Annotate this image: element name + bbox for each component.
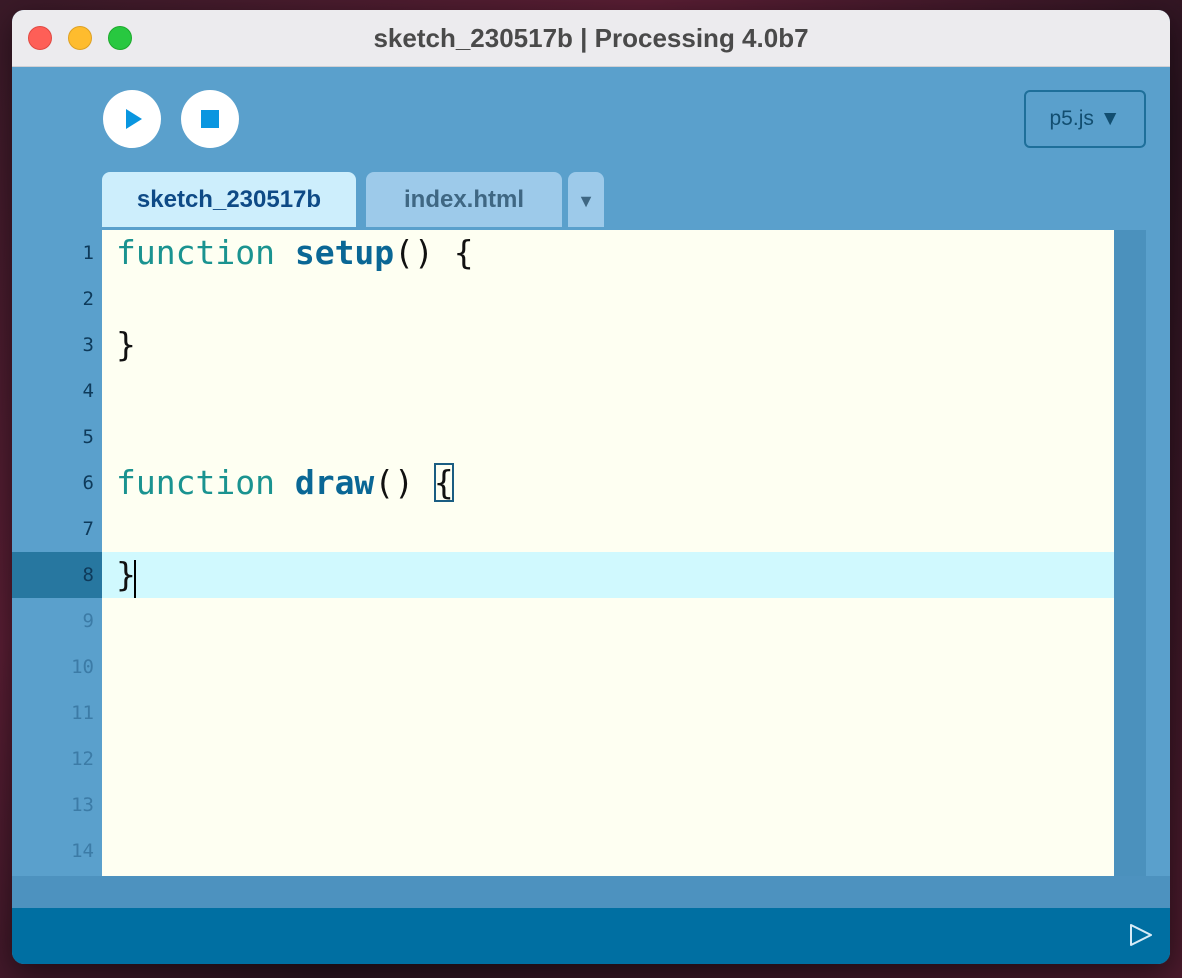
function-name-setup: setup: [294, 233, 395, 272]
line-number: 11: [71, 702, 94, 724]
tab-sketch[interactable]: sketch_230517b: [102, 172, 356, 227]
text-caret: [134, 560, 136, 598]
current-line-highlight: [102, 552, 1114, 598]
closing-brace: }: [116, 555, 136, 594]
run-button[interactable]: [103, 90, 161, 148]
window-title: sketch_230517b | Processing 4.0b7: [373, 23, 809, 53]
code-line-3: }: [116, 322, 136, 368]
closing-brace: }: [116, 325, 136, 364]
line-number: 5: [82, 426, 94, 448]
code-punctuation: (): [374, 463, 434, 502]
vertical-scrollbar[interactable]: [1114, 230, 1146, 876]
processing-window: sketch_230517b | Processing 4.0b7 p5.js …: [12, 10, 1170, 964]
line-number: 12: [71, 748, 94, 770]
line-number: 7: [82, 518, 94, 540]
chevron-down-icon: ▼: [577, 191, 595, 211]
matched-brace: {: [433, 463, 454, 502]
code-editor[interactable]: function setup() { } function draw() { }: [102, 230, 1114, 876]
line-number: 4: [82, 380, 94, 402]
line-number: 1: [82, 242, 94, 264]
line-number: 13: [71, 794, 94, 816]
status-bar: [12, 908, 1170, 964]
code-line-8: }: [116, 552, 136, 598]
line-number: 2: [82, 288, 94, 310]
horizontal-scrollbar[interactable]: [12, 876, 1170, 908]
line-number-gutter: 1 2 3 4 5 6 7 8 9 10 11 12 13 14: [12, 230, 102, 876]
line-number: 10: [71, 656, 94, 678]
code-punctuation: () {: [394, 233, 474, 272]
mode-selector[interactable]: p5.js ▼: [1024, 90, 1146, 148]
stop-button[interactable]: [181, 90, 239, 148]
line-number: 9: [82, 610, 94, 632]
title-bar: sketch_230517b | Processing 4.0b7: [12, 10, 1170, 67]
stop-icon: [201, 110, 219, 128]
line-number: 14: [71, 840, 94, 862]
keyword-function: function: [116, 463, 275, 502]
line-number: 8: [82, 564, 94, 586]
triangle-right-icon[interactable]: [1128, 922, 1154, 948]
code-line-1: function setup() {: [116, 230, 474, 276]
keyword-function: function: [116, 233, 275, 272]
play-icon: [126, 109, 142, 129]
tab-index-html[interactable]: index.html: [366, 172, 562, 227]
tab-menu-button[interactable]: ▼: [568, 172, 604, 227]
function-name-draw: draw: [294, 463, 375, 502]
code-line-6: function draw() {: [116, 460, 454, 506]
line-number: 3: [82, 334, 94, 356]
line-number: 6: [82, 472, 94, 494]
